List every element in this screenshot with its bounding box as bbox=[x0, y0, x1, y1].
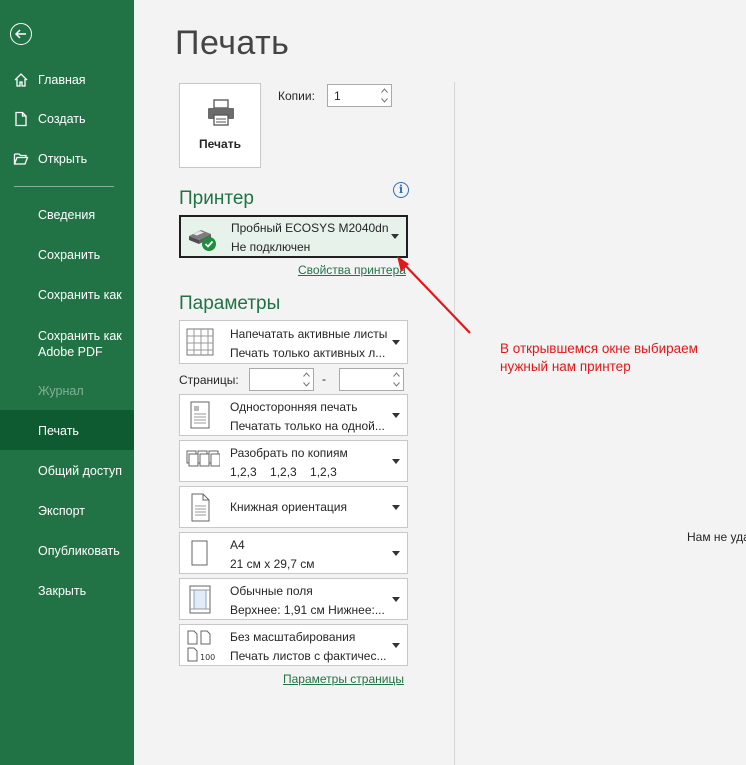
nav-print-label: Печать bbox=[38, 424, 79, 438]
paper-size-title: А4 bbox=[230, 538, 245, 552]
margins-detail: Верхнее: 1,91 см Нижнее:... bbox=[230, 603, 385, 617]
annotation-line-2: нужный нам принтер bbox=[500, 359, 631, 374]
print-button[interactable]: Печать bbox=[179, 83, 261, 168]
back-button[interactable] bbox=[10, 23, 32, 45]
printer-heading: Принтер bbox=[179, 188, 254, 209]
nav-print[interactable]: Печать bbox=[0, 410, 134, 450]
orientation-title: Книжная ориентация bbox=[230, 500, 347, 514]
info-icon[interactable]: i bbox=[393, 182, 409, 198]
spin-up-icon[interactable] bbox=[381, 88, 388, 93]
portrait-page-icon bbox=[191, 493, 210, 522]
nav-save-label: Сохранить bbox=[38, 248, 101, 262]
copies-value: 1 bbox=[334, 89, 341, 103]
spin-up-icon[interactable] bbox=[303, 372, 310, 377]
spin-down-icon[interactable] bbox=[303, 382, 310, 387]
margins-title: Обычные поля bbox=[230, 584, 313, 598]
collate-title: Разобрать по копиям bbox=[230, 446, 348, 460]
chevron-down-icon bbox=[391, 234, 399, 239]
copies-input[interactable]: 1 bbox=[327, 84, 392, 107]
printer-name: Пробный ECOSYS M2040dn bbox=[231, 221, 389, 235]
print-what-detail: Печать только активных л... bbox=[230, 346, 386, 360]
svg-text:100: 100 bbox=[200, 653, 215, 662]
collate-dropdown[interactable]: Разобрать по копиям 1,2,3 1,2,3 1,2,3 bbox=[179, 440, 408, 482]
spin-down-icon[interactable] bbox=[393, 382, 400, 387]
scaling-detail: Печать листов с фактичес... bbox=[230, 649, 387, 663]
page-setup-link[interactable]: Параметры страницы bbox=[283, 672, 404, 686]
back-arrow-icon bbox=[14, 29, 26, 39]
scaling-title: Без масштабирования bbox=[230, 630, 356, 644]
pages-from-input[interactable] bbox=[249, 368, 314, 391]
folder-icon bbox=[13, 153, 29, 165]
print-button-label: Печать bbox=[199, 137, 241, 151]
pages-dash: - bbox=[322, 372, 326, 386]
nav-save-as-label: Сохранить как bbox=[38, 288, 122, 302]
nav-publish-label: Опубликовать bbox=[38, 544, 120, 558]
printer-properties-link[interactable]: Свойства принтера bbox=[298, 263, 406, 277]
copies-label: Копии: bbox=[278, 89, 315, 103]
chevron-down-icon bbox=[392, 340, 400, 345]
nav-share-label: Общий доступ bbox=[38, 464, 122, 478]
pages-to-input[interactable] bbox=[339, 368, 404, 391]
nav-info-label: Сведения bbox=[38, 208, 96, 222]
margins-dropdown[interactable]: Обычные поля Верхнее: 1,91 см Нижнее:... bbox=[179, 578, 408, 620]
printer-dropdown[interactable]: Пробный ECOSYS M2040dn Не подключен bbox=[179, 215, 408, 258]
chevron-down-icon bbox=[392, 459, 400, 464]
paper-size-dropdown[interactable]: А4 21 см x 29,7 см bbox=[179, 532, 408, 574]
print-what-title: Напечатать активные листы bbox=[230, 327, 388, 341]
print-what-dropdown[interactable]: Напечатать активные листы Печать только … bbox=[179, 320, 408, 364]
sides-dropdown[interactable]: Односторонняя печать Печатать только на … bbox=[179, 394, 408, 436]
home-icon bbox=[14, 73, 28, 87]
printer-ready-icon bbox=[189, 230, 216, 251]
nav-new-label: Создать bbox=[38, 112, 86, 126]
annotation-line-1: В открывшемся окне выбираем bbox=[500, 341, 698, 356]
nav-export-label: Экспорт bbox=[38, 504, 85, 518]
preview-divider bbox=[454, 82, 455, 765]
scaling-dropdown[interactable]: 100 Без масштабирования Печать листов с … bbox=[179, 624, 408, 666]
page-title: Печать bbox=[175, 24, 290, 62]
new-doc-icon bbox=[15, 111, 27, 127]
one-sided-icon bbox=[190, 401, 210, 429]
sides-title: Односторонняя печать bbox=[230, 400, 358, 414]
collate-detail: 1,2,3 1,2,3 1,2,3 bbox=[230, 465, 337, 479]
settings-heading: Параметры bbox=[179, 293, 281, 314]
chevron-down-icon bbox=[392, 413, 400, 418]
sheet-grid-icon bbox=[186, 328, 214, 356]
preview-message: Нам не уда bbox=[687, 530, 746, 544]
paper-size-icon bbox=[191, 540, 208, 566]
no-scaling-icon: 100 bbox=[187, 630, 215, 662]
chevron-down-icon bbox=[392, 597, 400, 602]
orientation-dropdown[interactable]: Книжная ориентация bbox=[179, 486, 408, 528]
nav-close-label: Закрыть bbox=[38, 584, 87, 598]
nav-home-label: Главная bbox=[38, 73, 86, 87]
collate-icon bbox=[186, 450, 220, 467]
nav-open-label: Открыть bbox=[38, 152, 88, 166]
pages-label: Страницы: bbox=[179, 373, 239, 387]
backstage-sidebar: Главная Создать Открыть Сведения Сохрани… bbox=[0, 0, 134, 765]
annotation-text: В открывшемся окне выбираем нужный нам п… bbox=[500, 340, 746, 376]
chevron-down-icon bbox=[392, 551, 400, 556]
chevron-down-icon bbox=[392, 643, 400, 648]
sidebar-divider bbox=[14, 186, 114, 187]
printer-icon bbox=[208, 99, 234, 126]
sides-detail: Печатать только на одной... bbox=[230, 419, 385, 433]
nav-save-as-pdf-label: Сохранить как Adobe PDF bbox=[38, 329, 122, 359]
spin-down-icon[interactable] bbox=[381, 98, 388, 103]
printer-status: Не подключен bbox=[231, 240, 311, 254]
paper-size-detail: 21 см x 29,7 см bbox=[230, 557, 315, 571]
spin-up-icon[interactable] bbox=[393, 372, 400, 377]
chevron-down-icon bbox=[392, 505, 400, 510]
nav-history-label: Журнал bbox=[38, 384, 84, 398]
margins-icon bbox=[189, 585, 211, 614]
